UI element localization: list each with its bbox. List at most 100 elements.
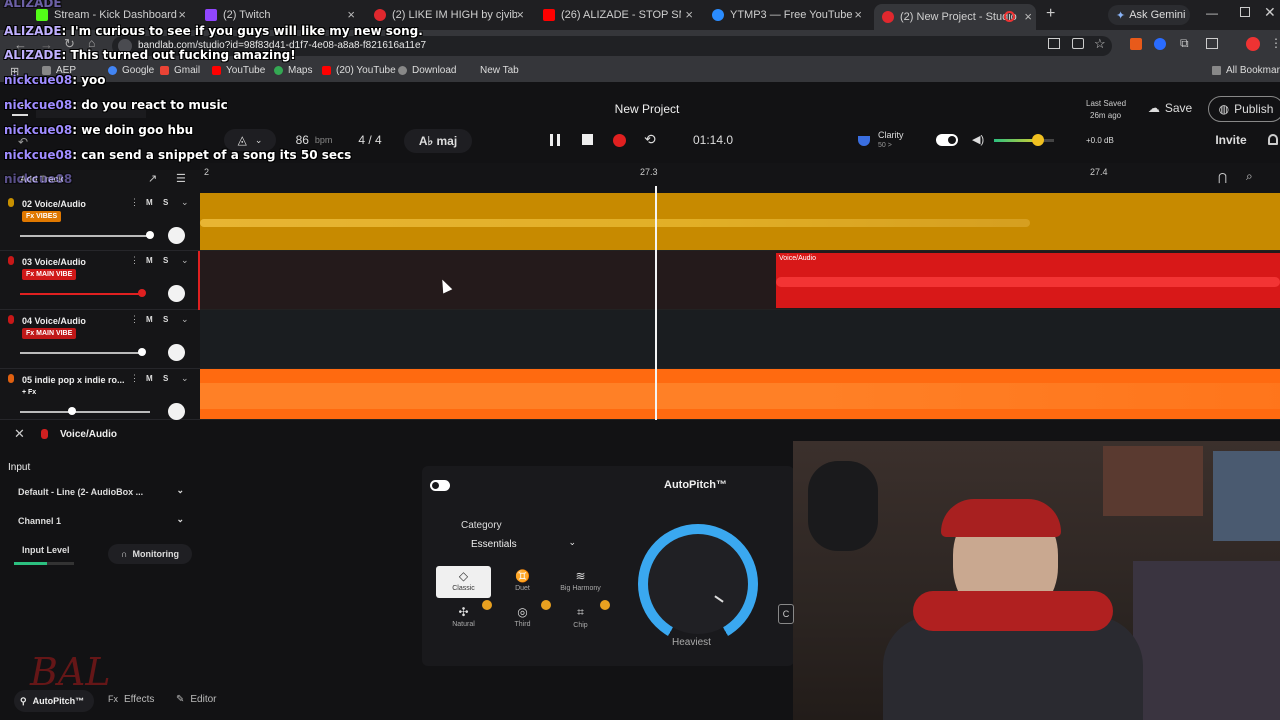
pan-knob[interactable] xyxy=(168,227,185,244)
input-arm-icon[interactable] xyxy=(8,374,14,383)
close-icon[interactable]: × xyxy=(854,7,862,22)
track-name[interactable]: 02 Voice/Audio xyxy=(22,199,86,209)
maximize-button[interactable] xyxy=(1240,7,1250,17)
track-name[interactable]: 04 Voice/Audio xyxy=(22,316,86,326)
volume-handle[interactable] xyxy=(138,348,146,356)
close-icon[interactable]: × xyxy=(685,7,693,22)
track-volume-slider[interactable] xyxy=(20,293,142,295)
master-volume-slider[interactable] xyxy=(994,134,1054,146)
bookmark-item[interactable]: Google xyxy=(108,65,154,76)
track-header[interactable]: 05 indie pop x indie ro... + Fx ⋮ M S ⌄ xyxy=(0,369,200,420)
preset-classic[interactable]: ◇ Classic xyxy=(436,566,491,598)
speaker-icon[interactable]: ◀) xyxy=(972,133,984,146)
track-volume-slider[interactable] xyxy=(20,411,150,413)
bookmark-item[interactable]: YouTube xyxy=(212,65,265,76)
bookmark-item[interactable]: New Tab xyxy=(480,65,519,76)
input-arm-icon[interactable] xyxy=(8,198,14,207)
input-arm-icon[interactable] xyxy=(8,315,14,324)
track-options-icon[interactable]: ⋮ xyxy=(130,255,139,266)
pan-knob[interactable] xyxy=(168,344,185,361)
star-icon[interactable]: ☆ xyxy=(1094,36,1106,52)
pan-knob[interactable] xyxy=(168,403,185,420)
plugin-power-toggle[interactable] xyxy=(430,480,450,491)
track-lane[interactable] xyxy=(200,369,1280,420)
automation-icon[interactable]: ↗ xyxy=(148,172,157,185)
clarity-label[interactable]: Clarity xyxy=(878,130,904,140)
chevron-down-icon[interactable]: ⌄ xyxy=(181,373,189,384)
stop-button[interactable] xyxy=(582,134,593,145)
timeline-ruler[interactable]: 2 27.3 27.4 ⋂ ⌕ xyxy=(200,163,1280,193)
track-volume-slider[interactable] xyxy=(20,352,142,354)
notifications-icon[interactable] xyxy=(1268,134,1278,145)
close-icon[interactable]: × xyxy=(1024,9,1032,24)
zoom-icon[interactable]: ⌕ xyxy=(1246,169,1253,184)
key-selector[interactable]: A♭ maj xyxy=(404,129,472,153)
track-header[interactable]: 02 Voice/Audio Fx VIBES ⋮ M S ⌄ xyxy=(0,193,200,251)
solo-button[interactable]: S xyxy=(163,374,168,383)
undo-icon[interactable]: ↶ xyxy=(18,135,28,149)
chevron-down-icon[interactable]: ⌄ xyxy=(181,314,189,325)
minimize-button[interactable]: — xyxy=(1206,6,1218,20)
browser-tab[interactable]: (2) LIKE IM HIGH by cjvibes | B × xyxy=(374,4,524,26)
window-close-button[interactable]: ✕ xyxy=(1264,4,1276,21)
record-button[interactable] xyxy=(613,134,626,147)
extension-icon[interactable] xyxy=(1130,38,1142,50)
new-tab-button[interactable]: + xyxy=(1046,5,1055,23)
bookmark-item[interactable]: Gmail xyxy=(160,65,200,76)
chevron-down-icon[interactable]: ⌄ xyxy=(181,255,189,266)
close-panel-icon[interactable]: ✕ xyxy=(14,426,25,442)
audio-clip[interactable]: Voice/Audio xyxy=(776,253,1280,308)
add-fx-button[interactable]: + Fx xyxy=(22,387,36,398)
track-options-icon[interactable]: ⋮ xyxy=(130,373,139,384)
fx-badge[interactable]: Fx MAIN VIBE xyxy=(22,269,77,280)
close-icon[interactable]: × xyxy=(516,7,524,22)
fx-badge[interactable]: Fx MAIN VIBE xyxy=(22,328,77,339)
browser-tab[interactable]: (2) Twitch × xyxy=(205,4,355,26)
pause-button[interactable] xyxy=(550,134,560,146)
mute-button[interactable]: M xyxy=(146,256,153,265)
mixer-icon[interactable]: ☰ xyxy=(176,172,186,185)
browser-tab[interactable]: (26) ALIZADE - STOP SMOKING × xyxy=(543,4,693,26)
save-button[interactable]: ☁ Save xyxy=(1142,96,1198,120)
volume-handle[interactable] xyxy=(1032,134,1044,146)
solo-button[interactable]: S xyxy=(163,315,168,324)
track-header[interactable]: 04 Voice/Audio Fx MAIN VIBE ⋮ M S ⌄ xyxy=(0,310,200,369)
preset-duet[interactable]: ♊ Duet xyxy=(495,569,550,599)
pan-knob[interactable] xyxy=(168,285,185,302)
sidepanel-icon[interactable] xyxy=(1206,38,1218,49)
track-lane[interactable] xyxy=(200,193,1280,251)
fx-badge[interactable]: Fx VIBES xyxy=(22,211,62,222)
publish-button[interactable]: ◍ Publish xyxy=(1208,96,1280,122)
clarity-toggle[interactable] xyxy=(936,134,958,146)
track-name[interactable]: 03 Voice/Audio xyxy=(22,257,86,267)
track-volume-slider[interactable] xyxy=(20,235,150,237)
monitoring-button[interactable]: ∩ Monitoring xyxy=(108,544,192,564)
extensions-puzzle-icon[interactable]: ⧉ xyxy=(1180,36,1189,51)
track-name[interactable]: 05 indie pop x indie ro... xyxy=(22,375,125,385)
volume-handle[interactable] xyxy=(138,289,146,297)
mute-button[interactable]: M xyxy=(146,315,153,324)
ask-gemini-button[interactable]: ✦ Ask Gemini xyxy=(1108,5,1190,25)
track-lane[interactable] xyxy=(200,310,1280,369)
screenshot-icon[interactable] xyxy=(1072,38,1084,49)
amount-knob[interactable] xyxy=(638,524,758,644)
project-title[interactable]: New Project xyxy=(600,102,694,116)
mute-button[interactable]: M xyxy=(146,198,153,207)
track-header[interactable]: 03 Voice/Audio Fx MAIN VIBE ⋮ M S ⌄ xyxy=(0,251,200,310)
invite-button[interactable]: Invite xyxy=(1210,129,1252,151)
preset-big-harmony[interactable]: ≋ Big Harmony xyxy=(553,569,608,599)
tab-editor[interactable]: ✎ Editor xyxy=(176,694,217,705)
browser-tab-active[interactable]: (2) New Project - Studio × xyxy=(874,4,1036,30)
close-icon[interactable]: × xyxy=(178,7,186,22)
close-icon[interactable]: × xyxy=(347,7,355,22)
channel-select[interactable]: Channel 1 ⌄ xyxy=(8,511,192,531)
solo-button[interactable]: S xyxy=(163,256,168,265)
snap-magnet-icon[interactable]: ⋂ xyxy=(1218,171,1227,184)
bookmark-item[interactable]: Maps xyxy=(274,65,312,76)
preset-natural[interactable]: ✣ Natural xyxy=(436,605,491,635)
clarity-value[interactable]: 50 > xyxy=(878,142,892,149)
volume-handle[interactable] xyxy=(146,231,154,239)
chevron-down-icon[interactable]: ⌄ xyxy=(181,197,189,208)
tab-effects[interactable]: Fx Effects xyxy=(108,694,154,705)
volume-handle[interactable] xyxy=(68,407,76,415)
